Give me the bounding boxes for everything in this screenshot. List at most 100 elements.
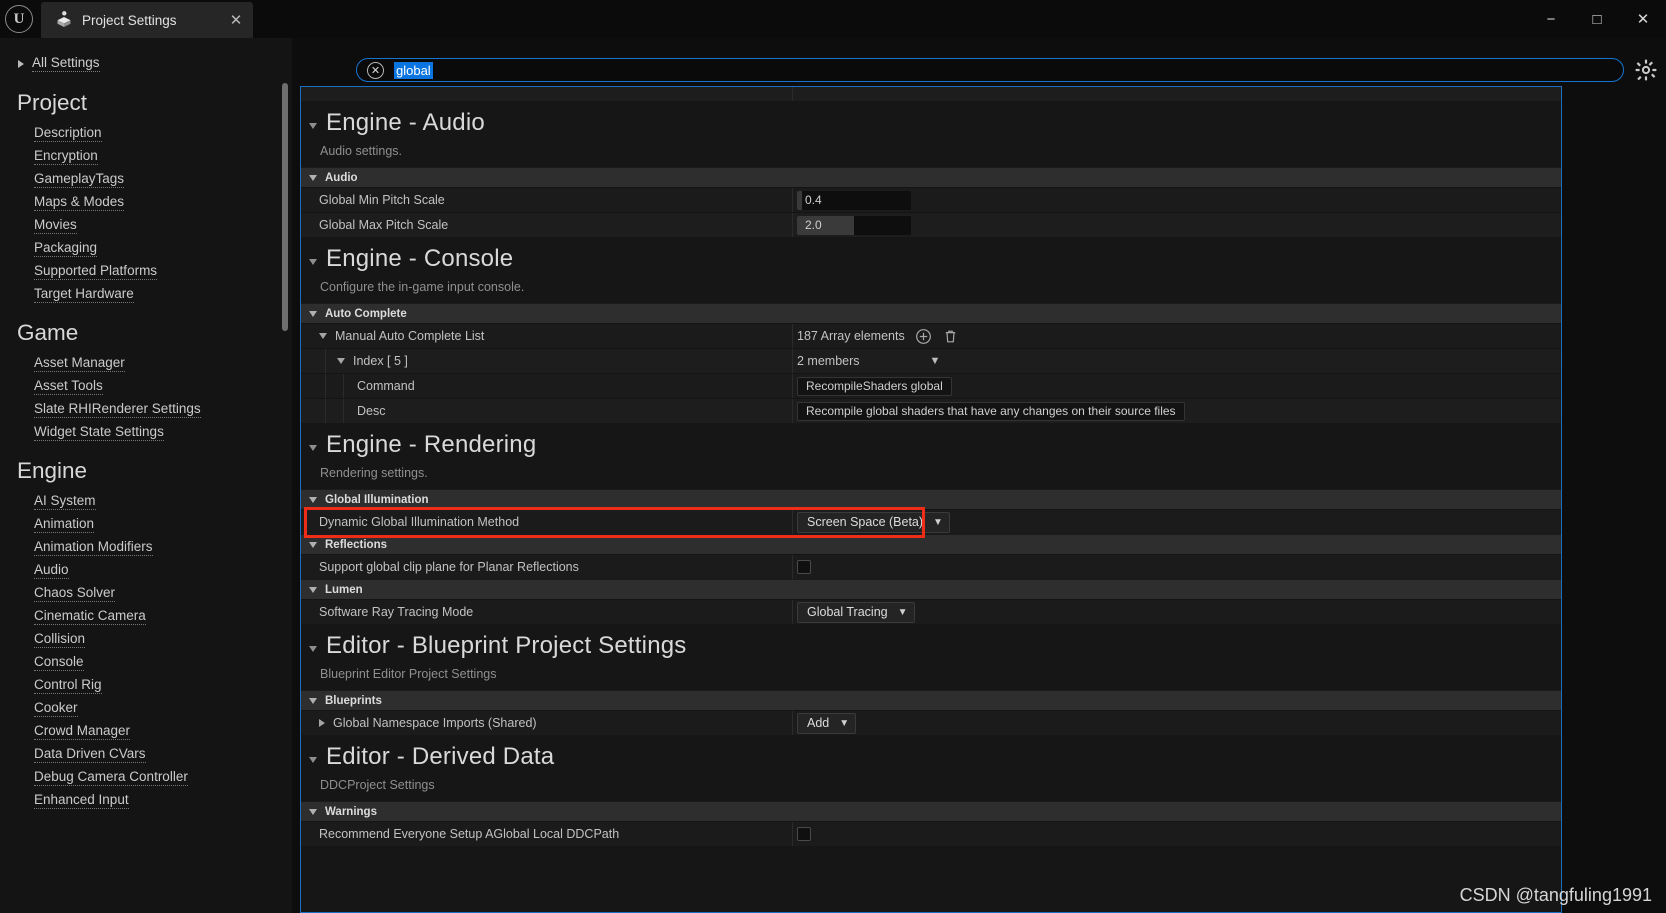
category-label: Reflections — [325, 538, 387, 551]
chevron-down-icon[interactable] — [309, 808, 317, 815]
sidebar-item-movies[interactable]: Movies — [0, 213, 292, 236]
all-settings-label: All Settings — [32, 55, 100, 72]
chevron-down-icon[interactable] — [309, 697, 317, 704]
sidebar-item-label: Movies — [34, 216, 77, 234]
category-bar-auto-complete[interactable]: Auto Complete — [301, 303, 1561, 323]
category-label: Lumen — [325, 583, 363, 596]
array-element-count: 187 Array elements — [797, 329, 905, 343]
sidebar-item-ai-system[interactable]: AI System — [0, 489, 292, 512]
number-input[interactable]: 2.0 — [797, 215, 911, 235]
sidebar-item-enhanced-input[interactable]: Enhanced Input — [0, 788, 292, 811]
close-button[interactable]: ✕ — [1620, 0, 1666, 38]
dropdown-global-namespace-imports-shared[interactable]: Add ▼ — [797, 712, 857, 734]
category-bar-reflections[interactable]: Reflections — [301, 534, 1561, 554]
chevron-down-icon[interactable] — [309, 586, 317, 593]
chevron-down-icon[interactable] — [319, 333, 327, 339]
section-description: Rendering settings. — [301, 461, 1561, 489]
sidebar-item-console[interactable]: Console — [0, 650, 292, 673]
chevron-down-icon[interactable] — [309, 174, 317, 181]
chevron-down-icon[interactable] — [309, 258, 317, 265]
dropdown-value: Add — [807, 716, 830, 730]
sidebar-item-debug-camera-controller[interactable]: Debug Camera Controller — [0, 765, 292, 788]
sidebar-scrollbar[interactable] — [282, 83, 288, 331]
number-input[interactable]: 0.4 — [797, 190, 911, 210]
sidebar-item-maps-modes[interactable]: Maps & Modes — [0, 190, 292, 213]
tab-close-icon[interactable]: ✕ — [227, 11, 245, 29]
property-row: Support global clip plane for Planar Ref… — [301, 554, 1561, 579]
sidebar-item-gameplaytags[interactable]: GameplayTags — [0, 167, 292, 190]
sidebar-item-asset-tools[interactable]: Asset Tools — [0, 374, 292, 397]
sidebar-item-encryption[interactable]: Encryption — [0, 144, 292, 167]
property-value-cell: Global Tracing ▼ — [797, 600, 915, 624]
chevron-down-icon[interactable] — [309, 122, 317, 129]
sidebar-item-label: Asset Tools — [34, 377, 103, 395]
sidebar-item-animation[interactable]: Animation — [0, 512, 292, 535]
sidebar-item-cooker[interactable]: Cooker — [0, 696, 292, 719]
property-name: Index [ 5 ] — [353, 354, 408, 368]
category-label: Audio — [325, 171, 358, 184]
category-bar-warnings[interactable]: Warnings — [301, 801, 1561, 821]
property-row: Global Namespace Imports (Shared) Add ▼ — [301, 710, 1561, 735]
sidebar-item-description[interactable]: Description — [0, 121, 292, 144]
sidebar-item-label: Control Rig — [34, 676, 102, 694]
section-title: Engine - Console — [326, 245, 514, 272]
clipped-property-combo[interactable]: None ∨ — [795, 86, 915, 87]
category-bar-lumen[interactable]: Lumen — [301, 579, 1561, 599]
category-bar-audio[interactable]: Audio — [301, 167, 1561, 187]
sidebar-item-asset-manager[interactable]: Asset Manager — [0, 351, 292, 374]
maximize-button[interactable]: □ — [1574, 0, 1620, 38]
chevron-down-icon[interactable]: ▼ — [930, 355, 941, 367]
sidebar-item-crowd-manager[interactable]: Crowd Manager — [0, 719, 292, 742]
chevron-down-icon[interactable] — [309, 645, 317, 652]
sidebar-item-audio[interactable]: Audio — [0, 558, 292, 581]
chevron-down-icon[interactable] — [309, 496, 317, 503]
sidebar-item-animation-modifiers[interactable]: Animation Modifiers — [0, 535, 292, 558]
checkbox[interactable] — [797, 560, 811, 574]
category-bar-global-illumination[interactable]: Global Illumination — [301, 489, 1561, 509]
checkbox[interactable] — [797, 827, 811, 841]
trash-icon[interactable] — [942, 328, 959, 345]
sidebar-item-chaos-solver[interactable]: Chaos Solver — [0, 581, 292, 604]
chevron-right-icon[interactable] — [319, 719, 325, 727]
sidebar-item-control-rig[interactable]: Control Rig — [0, 673, 292, 696]
minimize-button[interactable]: − — [1528, 0, 1574, 38]
section-header-engine-rendering[interactable]: Engine - Rendering — [301, 423, 1561, 461]
section-header-engine-audio[interactable]: Engine - Audio — [301, 101, 1561, 139]
chevron-down-icon[interactable] — [337, 358, 345, 364]
property-name: Software Ray Tracing Mode — [319, 605, 474, 619]
plus-circle-icon[interactable] — [915, 328, 932, 345]
close-circle-icon[interactable]: ✕ — [367, 61, 384, 79]
tab-project-settings[interactable]: Project Settings ✕ — [41, 2, 253, 38]
chevron-right-icon — [18, 59, 24, 68]
search-input[interactable]: ✕ global — [356, 58, 1624, 82]
section-header-editor-derived-data[interactable]: Editor - Derived Data — [301, 735, 1561, 773]
indent-guide — [325, 374, 326, 398]
chevron-down-icon[interactable] — [309, 756, 317, 763]
chevron-down-icon[interactable] — [309, 541, 317, 548]
dropdown-software-ray-tracing-mode[interactable]: Global Tracing ▼ — [797, 601, 915, 623]
gear-icon[interactable] — [1634, 58, 1658, 82]
column-divider — [792, 600, 793, 624]
text-input[interactable]: Recompile global shaders that have any c… — [797, 401, 1185, 421]
tab-label: Project Settings — [82, 12, 177, 28]
sidebar-item-cinematic-camera[interactable]: Cinematic Camera — [0, 604, 292, 627]
sidebar-item-all-settings[interactable]: All Settings — [0, 52, 292, 75]
chevron-down-icon[interactable] — [309, 310, 317, 317]
sidebar-item-widget-state-settings[interactable]: Widget State Settings — [0, 420, 292, 443]
section-header-engine-console[interactable]: Engine - Console — [301, 237, 1561, 275]
sidebar-item-collision[interactable]: Collision — [0, 627, 292, 650]
text-input[interactable]: RecompileShaders global — [797, 376, 952, 396]
sidebar-item-packaging[interactable]: Packaging — [0, 236, 292, 259]
section-header-editor-blueprint-project-settings[interactable]: Editor - Blueprint Project Settings — [301, 624, 1561, 662]
clipped-property-row: Global Default Server Game Mode None ∨ ↻… — [301, 86, 1561, 101]
chevron-down-icon[interactable] — [309, 444, 317, 451]
sidebar-group-title: Engine — [17, 458, 88, 483]
sidebar-item-data-driven-cvars[interactable]: Data Driven CVars — [0, 742, 292, 765]
category-bar-blueprints[interactable]: Blueprints — [301, 690, 1561, 710]
sidebar-item-supported-platforms[interactable]: Supported Platforms — [0, 259, 292, 282]
sidebar-item-label: Description — [34, 124, 102, 142]
sidebar-item-slate-rhirenderer-settings[interactable]: Slate RHIRenderer Settings — [0, 397, 292, 420]
dropdown-dynamic-global-illumination-method[interactable]: Screen Space (Beta) ▼ — [797, 511, 950, 533]
property-value-cell: Add ▼ — [797, 711, 857, 735]
sidebar-item-target-hardware[interactable]: Target Hardware — [0, 282, 292, 305]
